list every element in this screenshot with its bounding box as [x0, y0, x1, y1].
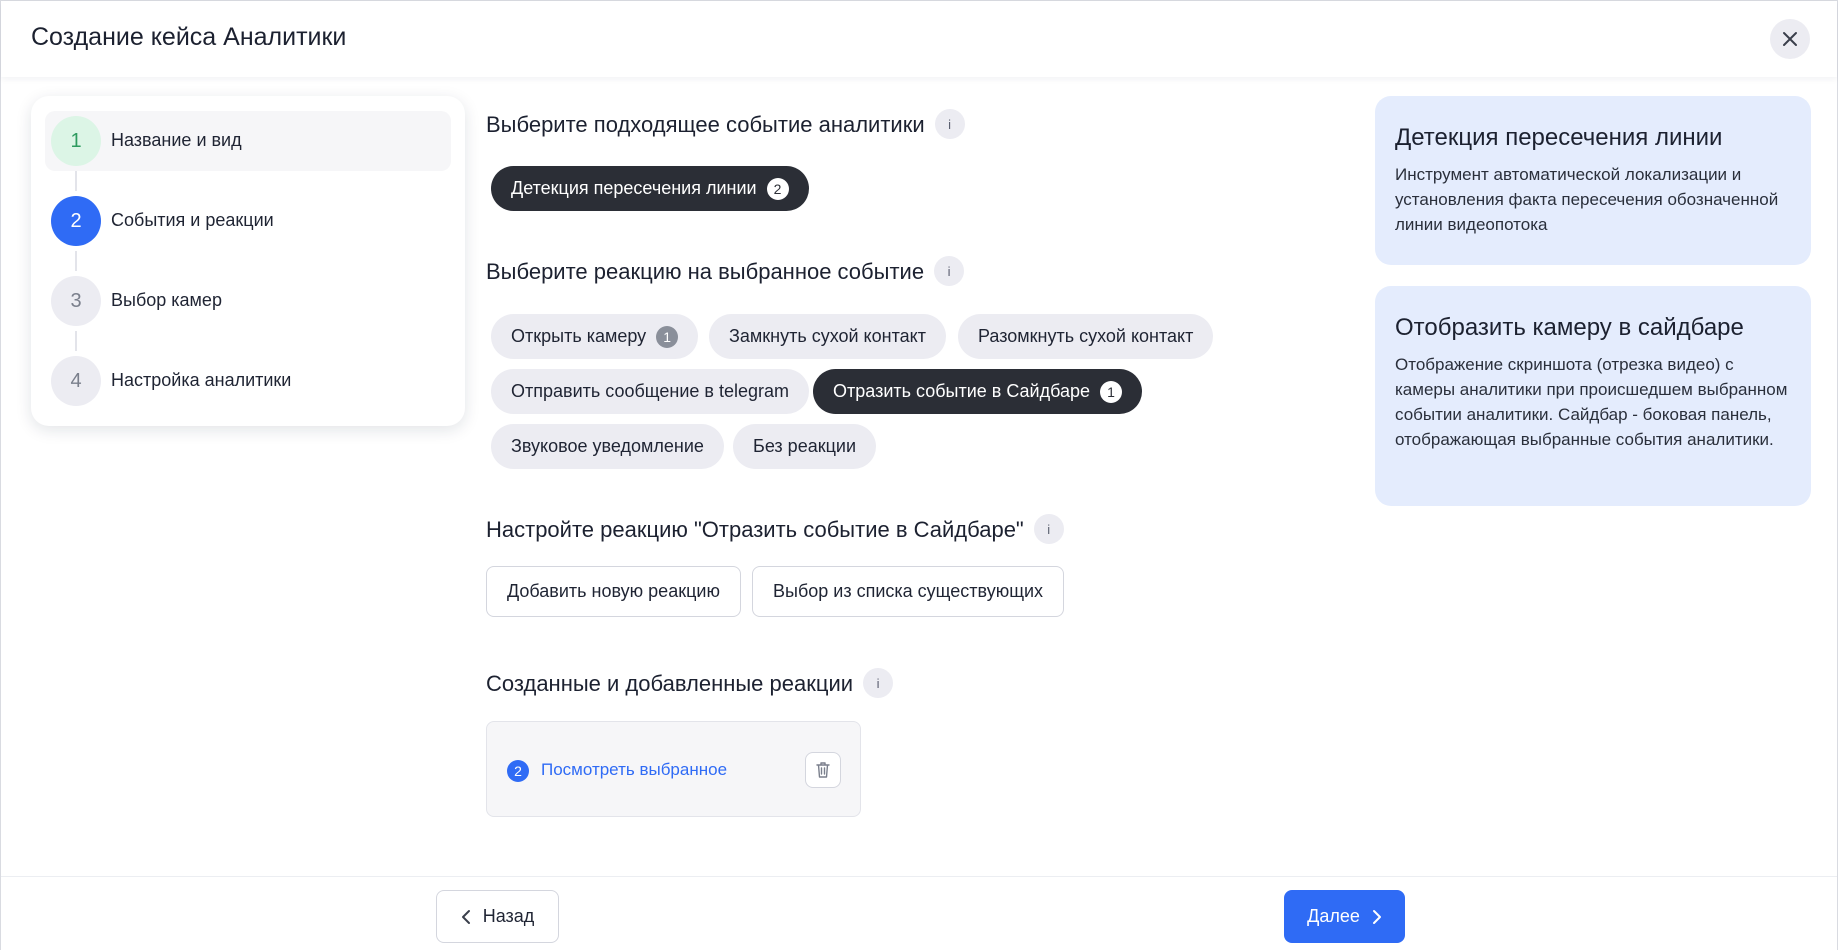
choose-existing-button[interactable]: Выбор из списка существующих: [752, 566, 1065, 617]
step-number: 4: [51, 356, 101, 406]
info-card-text: Инструмент автоматической локализации и …: [1395, 165, 1779, 234]
events-section-title: Выберите подходящее событие аналитики i: [486, 109, 965, 141]
step-events-and-reactions[interactable]: 2 События и реакции: [45, 191, 451, 251]
modal-header: Создание кейса Аналитики: [1, 1, 1837, 77]
event-chip-line-crossing[interactable]: Детекция пересечения линии 2: [491, 166, 809, 211]
reaction-chip-sidebar[interactable]: Отразить событие в Сайдбаре 1: [813, 369, 1143, 414]
step-analytics-settings[interactable]: 4 Настройка аналитики: [45, 351, 451, 411]
info-icon[interactable]: i: [1033, 514, 1064, 544]
modal-window: Создание кейса Аналитики 1 Название и ви…: [0, 0, 1838, 950]
next-button-label: Далее: [1307, 906, 1360, 926]
reaction-chip-none[interactable]: Без реакции: [733, 424, 877, 469]
chip-badge: 2: [766, 177, 789, 200]
chip-label: Звуковое уведомление: [511, 436, 704, 456]
stepper-panel: 1 Название и вид 2 События и реакции 3 В…: [31, 96, 465, 426]
info-icon[interactable]: i: [934, 256, 965, 286]
chip-label: Без реакции: [753, 436, 857, 456]
step-connector: [75, 331, 77, 351]
created-reaction-card: 2 Посмотреть выбранное: [486, 721, 861, 817]
step-name-and-type[interactable]: 1 Название и вид: [45, 111, 451, 171]
info-icon[interactable]: i: [934, 109, 965, 139]
chip-label: Детекция пересечения линии: [511, 178, 757, 198]
chip-label: Отправить сообщение в telegram: [511, 381, 790, 401]
modal-footer: Назад Далее: [1, 876, 1837, 950]
reaction-chip-telegram[interactable]: Отправить сообщение в telegram: [491, 369, 810, 414]
next-button[interactable]: Далее: [1284, 890, 1405, 943]
chip-label: Разомкнуть сухой контакт: [978, 326, 1194, 346]
reaction-chip-open-contact[interactable]: Разомкнуть сухой контакт: [958, 314, 1214, 359]
info-card-text: Отображение скриншота (отрезка видео) с …: [1395, 355, 1788, 449]
step-number: 2: [51, 196, 101, 246]
chip-label: Замкнуть сухой контакт: [729, 326, 926, 346]
info-card-title: Детекция пересечения линии: [1395, 124, 1723, 151]
reactions-section-title: Выберите реакцию на выбранное событие i: [486, 256, 965, 288]
back-button-label: Назад: [482, 906, 535, 926]
delete-reaction-button[interactable]: [805, 752, 841, 788]
reaction-chip-open-camera[interactable]: Открыть камеру 1: [491, 314, 699, 359]
event-info-card: Детекция пересечения линии Инструмент ав…: [1375, 96, 1811, 265]
reaction-count-badge: 2: [507, 760, 529, 782]
step-label: Название и вид: [111, 130, 242, 150]
info-card-title: Отобразить камеру в сайдбаре: [1395, 314, 1744, 341]
chevron-left-icon: [461, 909, 470, 924]
trash-icon: [816, 762, 830, 778]
back-button[interactable]: Назад: [436, 890, 559, 943]
chip-label: Отразить событие в Сайдбаре: [833, 381, 1091, 401]
modal-title: Создание кейса Аналитики: [31, 23, 347, 51]
step-label: Выбор камер: [111, 290, 222, 310]
reaction-info-card: Отобразить камеру в сайдбаре Отображение…: [1375, 286, 1811, 506]
step-number: 1: [51, 116, 101, 166]
reactions-title-text: Выберите реакцию на выбранное событие: [486, 258, 925, 284]
chip-badge: 1: [1100, 380, 1123, 403]
step-label: Настройка аналитики: [111, 370, 292, 390]
reaction-chip-close-contact[interactable]: Замкнуть сухой контакт: [709, 314, 946, 359]
view-selected-link[interactable]: Посмотреть выбранное: [541, 760, 727, 780]
step-connector: [75, 251, 77, 271]
chip-label: Открыть камеру: [511, 326, 647, 346]
events-title-text: Выберите подходящее событие аналитики: [486, 111, 925, 137]
chip-badge: 1: [656, 325, 679, 348]
created-title-text: Созданные и добавленные реакции: [486, 670, 854, 696]
chevron-right-icon: [1372, 909, 1381, 924]
step-camera-selection[interactable]: 3 Выбор камер: [45, 271, 451, 331]
close-icon: [1783, 32, 1797, 46]
add-reaction-button[interactable]: Добавить новую реакцию: [486, 566, 741, 617]
configure-title-text: Настройте реакцию "Отразить событие в Са…: [486, 516, 1024, 542]
step-number: 3: [51, 276, 101, 326]
step-connector: [75, 171, 77, 191]
created-section-title: Созданные и добавленные реакции i: [486, 668, 894, 700]
close-button[interactable]: [1770, 19, 1810, 59]
step-label: События и реакции: [111, 210, 274, 230]
reaction-chip-sound[interactable]: Звуковое уведомление: [491, 424, 724, 469]
configure-section-title: Настройте реакцию "Отразить событие в Са…: [486, 514, 1064, 546]
info-icon[interactable]: i: [863, 668, 894, 698]
